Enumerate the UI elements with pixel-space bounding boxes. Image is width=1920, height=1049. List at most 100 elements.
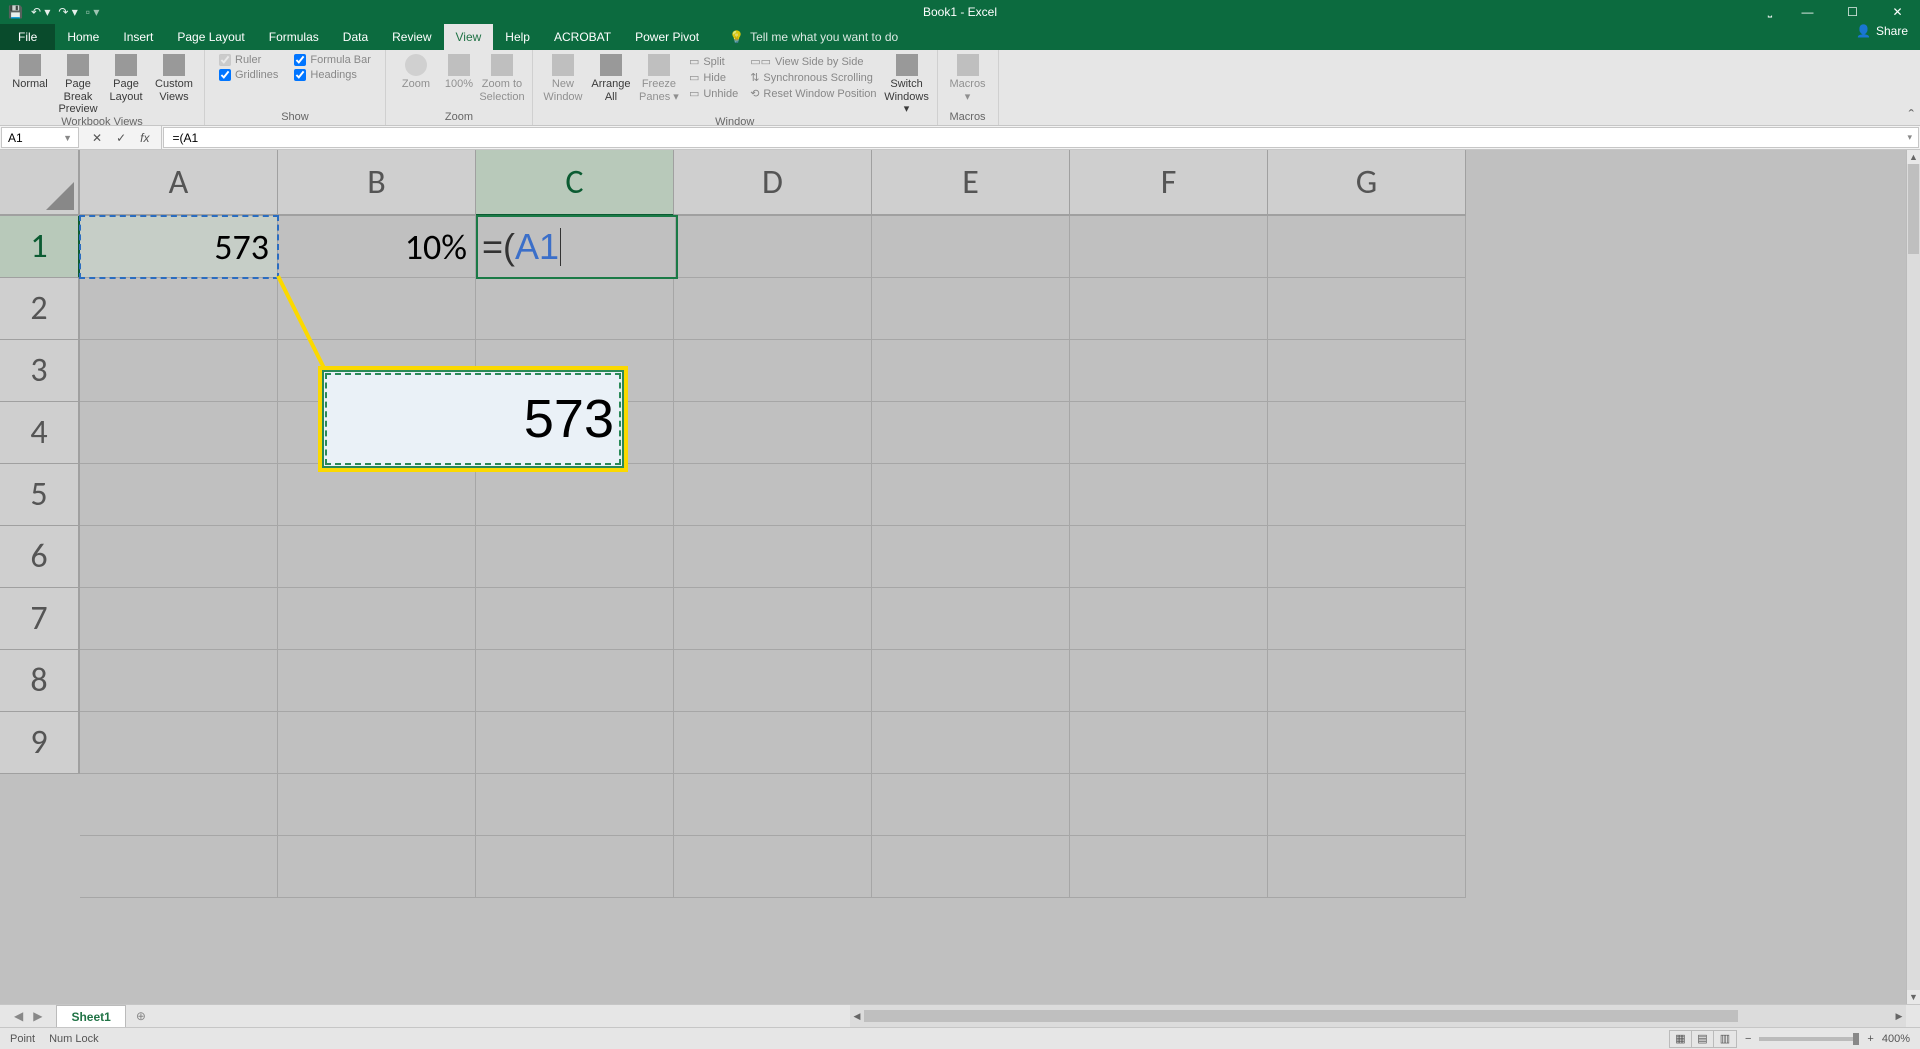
cell-blank[interactable] — [278, 836, 476, 898]
cell-blank[interactable] — [1268, 588, 1466, 650]
tab-review[interactable]: Review — [380, 24, 443, 50]
cells-area[interactable]: {"cols":7,"rows":11,"cw":198,"rh":62} 57… — [80, 216, 1906, 1004]
reset-pos-button[interactable]: ⟲Reset Window Position — [748, 86, 878, 101]
custom-views-button[interactable]: Custom Views — [150, 52, 198, 103]
row-header-4[interactable]: 4 — [0, 402, 80, 464]
cell-blank[interactable] — [80, 588, 278, 650]
cell-blank[interactable] — [80, 712, 278, 774]
cell-blank[interactable] — [476, 774, 674, 836]
cell-blank[interactable] — [1070, 464, 1268, 526]
minimize-icon[interactable]: — — [1785, 0, 1830, 24]
zoom-in-icon[interactable]: + — [1867, 1033, 1873, 1045]
sheet-tab-sheet1[interactable]: Sheet1 — [56, 1005, 125, 1027]
cancel-icon[interactable]: ✕ — [92, 131, 102, 145]
scroll-up-icon[interactable]: ▲ — [1907, 150, 1920, 164]
horizontal-scrollbar[interactable]: ◀ ▶ — [850, 1005, 1906, 1027]
cell-blank[interactable] — [1070, 588, 1268, 650]
scroll-down-icon[interactable]: ▼ — [1907, 990, 1920, 1004]
cell-blank[interactable] — [1268, 836, 1466, 898]
ruler-checkbox[interactable]: Ruler — [219, 54, 278, 66]
cell-blank[interactable] — [278, 712, 476, 774]
cell-b1[interactable]: 10% — [278, 216, 476, 278]
cell-blank[interactable] — [1268, 340, 1466, 402]
cell-blank[interactable] — [674, 774, 872, 836]
share-button[interactable]: 👤 Share — [1856, 24, 1908, 38]
headings-checkbox[interactable]: Headings — [294, 69, 371, 81]
cell-blank[interactable] — [1070, 836, 1268, 898]
normal-view-button[interactable]: Normal — [6, 52, 54, 91]
cell-blank[interactable] — [674, 712, 872, 774]
new-window-button[interactable]: New Window — [539, 52, 587, 103]
cell-blank[interactable] — [1070, 216, 1268, 278]
vertical-scrollbar[interactable]: ▲ ▼ — [1906, 150, 1920, 1004]
fx-icon[interactable]: fx — [140, 131, 149, 145]
cell-blank[interactable] — [1070, 402, 1268, 464]
row-header-2[interactable]: 2 — [0, 278, 80, 340]
cell-blank[interactable] — [1268, 650, 1466, 712]
cell-blank[interactable] — [80, 526, 278, 588]
formula-bar-checkbox[interactable]: Formula Bar — [294, 54, 371, 66]
enter-icon[interactable]: ✓ — [116, 131, 126, 145]
vscroll-thumb[interactable] — [1908, 164, 1919, 254]
switch-windows-button[interactable]: Switch Windows ▾ — [883, 52, 931, 116]
tab-home[interactable]: Home — [55, 24, 111, 50]
tab-power-pivot[interactable]: Power Pivot — [623, 24, 711, 50]
cell-blank[interactable] — [476, 526, 674, 588]
zoom-level[interactable]: 400% — [1882, 1033, 1910, 1045]
zoom-thumb[interactable] — [1853, 1033, 1859, 1045]
save-icon[interactable]: 💾 — [8, 5, 23, 19]
cell-blank[interactable] — [674, 650, 872, 712]
sheet-next-icon[interactable]: ▶ — [33, 1009, 42, 1023]
row-header-7[interactable]: 7 — [0, 588, 80, 650]
cell-blank[interactable] — [1268, 712, 1466, 774]
undo-icon[interactable]: ↶ ▾ — [31, 5, 50, 19]
unhide-button[interactable]: ▭Unhide — [687, 86, 740, 101]
col-header-f[interactable]: F — [1070, 150, 1268, 216]
cell-blank[interactable] — [476, 464, 674, 526]
cell-blank[interactable] — [872, 774, 1070, 836]
cell-blank[interactable] — [872, 340, 1070, 402]
cell-blank[interactable] — [1268, 216, 1466, 278]
tab-file[interactable]: File — [0, 24, 55, 50]
cell-blank[interactable] — [674, 216, 872, 278]
row-header-9[interactable]: 9 — [0, 712, 80, 774]
tab-view[interactable]: View — [444, 24, 494, 50]
cell-blank[interactable] — [872, 464, 1070, 526]
cell-blank[interactable] — [278, 278, 476, 340]
cell-blank[interactable] — [872, 836, 1070, 898]
hscroll-right-icon[interactable]: ▶ — [1892, 1011, 1906, 1022]
cell-blank[interactable] — [1070, 340, 1268, 402]
name-box[interactable]: A1 ▼ — [1, 127, 79, 148]
page-layout-button[interactable]: Page Layout — [102, 52, 150, 103]
tab-acrobat[interactable]: ACROBAT — [542, 24, 623, 50]
side-by-side-button[interactable]: ▭▭View Side by Side — [748, 54, 878, 69]
page-layout-shortcut-icon[interactable]: ▤ — [1692, 1031, 1714, 1047]
hscroll-thumb[interactable] — [864, 1010, 1738, 1022]
zoom-slider[interactable] — [1759, 1037, 1859, 1041]
close-icon[interactable]: ✕ — [1875, 0, 1920, 24]
normal-shortcut-icon[interactable]: ▦ — [1670, 1031, 1692, 1047]
tab-insert[interactable]: Insert — [111, 24, 165, 50]
cell-blank[interactable] — [1070, 774, 1268, 836]
tell-me-search[interactable]: 💡 Tell me what you want to do — [729, 24, 898, 50]
hide-button[interactable]: ▭Hide — [687, 70, 740, 85]
cell-blank[interactable] — [674, 836, 872, 898]
page-break-button[interactable]: Page Break Preview — [54, 52, 102, 116]
redo-icon[interactable]: ↷ ▾ — [58, 5, 77, 19]
cell-blank[interactable] — [1070, 712, 1268, 774]
ribbon-options-icon[interactable]: ⎵ — [1755, 0, 1785, 24]
cell-blank[interactable] — [872, 402, 1070, 464]
cell-blank[interactable] — [872, 278, 1070, 340]
cell-blank[interactable] — [476, 650, 674, 712]
tab-page-layout[interactable]: Page Layout — [165, 24, 256, 50]
col-header-e[interactable]: E — [872, 150, 1070, 216]
cell-blank[interactable] — [278, 588, 476, 650]
cell-blank[interactable] — [872, 526, 1070, 588]
row-header-5[interactable]: 5 — [0, 464, 80, 526]
formula-bar[interactable]: =(A1 ▾ — [163, 127, 1919, 148]
cell-blank[interactable] — [476, 278, 674, 340]
tab-formulas[interactable]: Formulas — [257, 24, 331, 50]
col-header-g[interactable]: G — [1268, 150, 1466, 216]
cell-blank[interactable] — [872, 650, 1070, 712]
maximize-icon[interactable]: ☐ — [1830, 0, 1875, 24]
